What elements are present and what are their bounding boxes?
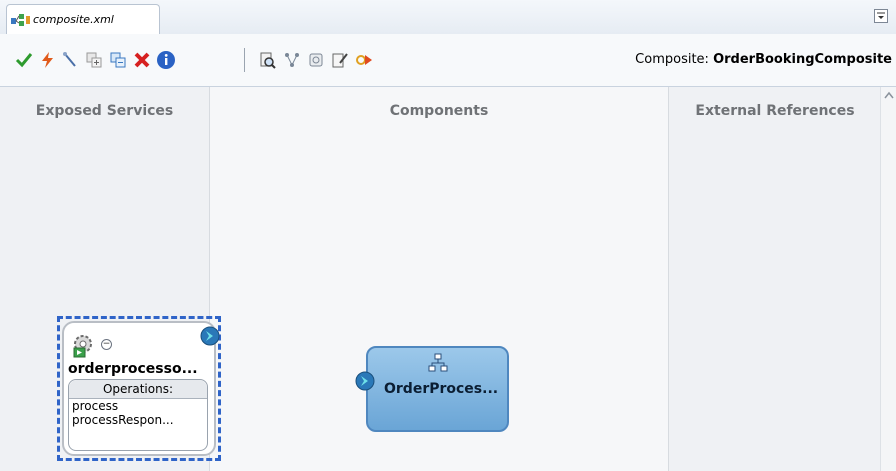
tab-list-dropdown[interactable]	[874, 9, 888, 23]
wire-button[interactable]	[60, 50, 80, 70]
operations-header: Operations:	[69, 380, 207, 399]
component-name: OrderProces...	[384, 381, 499, 397]
web-service-gear-icon	[73, 335, 92, 358]
database-button[interactable]	[306, 50, 326, 70]
validate-button[interactable]	[14, 50, 34, 70]
route-arrow-icon	[356, 55, 372, 65]
database-icon	[309, 53, 323, 67]
document-edit-icon	[332, 53, 348, 68]
service-reference-chevron-icon[interactable]	[200, 326, 220, 346]
checkmark-icon	[15, 53, 33, 68]
tab-label: composite.xml	[33, 13, 114, 26]
expand-icon	[86, 52, 102, 68]
external-references-swimlane[interactable]: External References	[668, 87, 881, 471]
info-icon	[157, 51, 175, 69]
bpel-component-card[interactable]: OrderProces...	[366, 346, 509, 432]
composite-file-icon	[11, 13, 30, 26]
search-button[interactable]	[258, 50, 278, 70]
collapse-toggle[interactable]: −	[101, 339, 112, 350]
collapse-button[interactable]	[108, 50, 128, 70]
toolbar-separator	[244, 48, 245, 72]
trace-button[interactable]	[354, 50, 374, 70]
scroll-up-icon[interactable]	[884, 91, 894, 99]
operations-list: Operations: process processRespon...	[68, 379, 208, 451]
external-references-header: External References	[695, 103, 855, 119]
composite-name: OrderBookingComposite	[713, 52, 892, 67]
exposed-services-header: Exposed Services	[35, 103, 174, 119]
component-service-chevron-icon[interactable]	[355, 371, 375, 391]
components-header: Components	[389, 103, 489, 119]
operation-item[interactable]: processRespon...	[69, 413, 207, 427]
properties-button[interactable]	[156, 50, 176, 70]
editor-tab-strip: composite.xml	[0, 0, 896, 35]
edit-button[interactable]	[330, 50, 350, 70]
operation-item[interactable]: process	[69, 399, 207, 413]
graph-layout-icon	[285, 53, 299, 67]
tab-composite-xml[interactable]: composite.xml	[6, 4, 160, 34]
chevron-down-icon	[877, 12, 885, 19]
composite-toolbar: Composite: OrderBookingComposite	[0, 34, 896, 87]
deploy-button[interactable]	[38, 50, 58, 70]
delete-button[interactable]	[132, 50, 152, 70]
vertical-scrollbar[interactable]	[880, 87, 896, 471]
collapse-icon	[110, 52, 126, 68]
wrench-icon	[63, 52, 76, 67]
delete-x-icon	[134, 52, 150, 68]
composite-label: Composite:	[635, 52, 709, 67]
layout-button[interactable]	[282, 50, 302, 70]
service-name: orderprocesso...	[68, 361, 198, 377]
exposed-service-card[interactable]: − orderprocesso... Operations: process p…	[62, 321, 216, 456]
composite-name-display: Composite: OrderBookingComposite	[635, 52, 892, 67]
magnifier-document-icon	[260, 52, 276, 69]
lightning-icon	[42, 52, 53, 68]
bpel-process-icon	[428, 353, 448, 372]
expand-button[interactable]	[84, 50, 104, 70]
